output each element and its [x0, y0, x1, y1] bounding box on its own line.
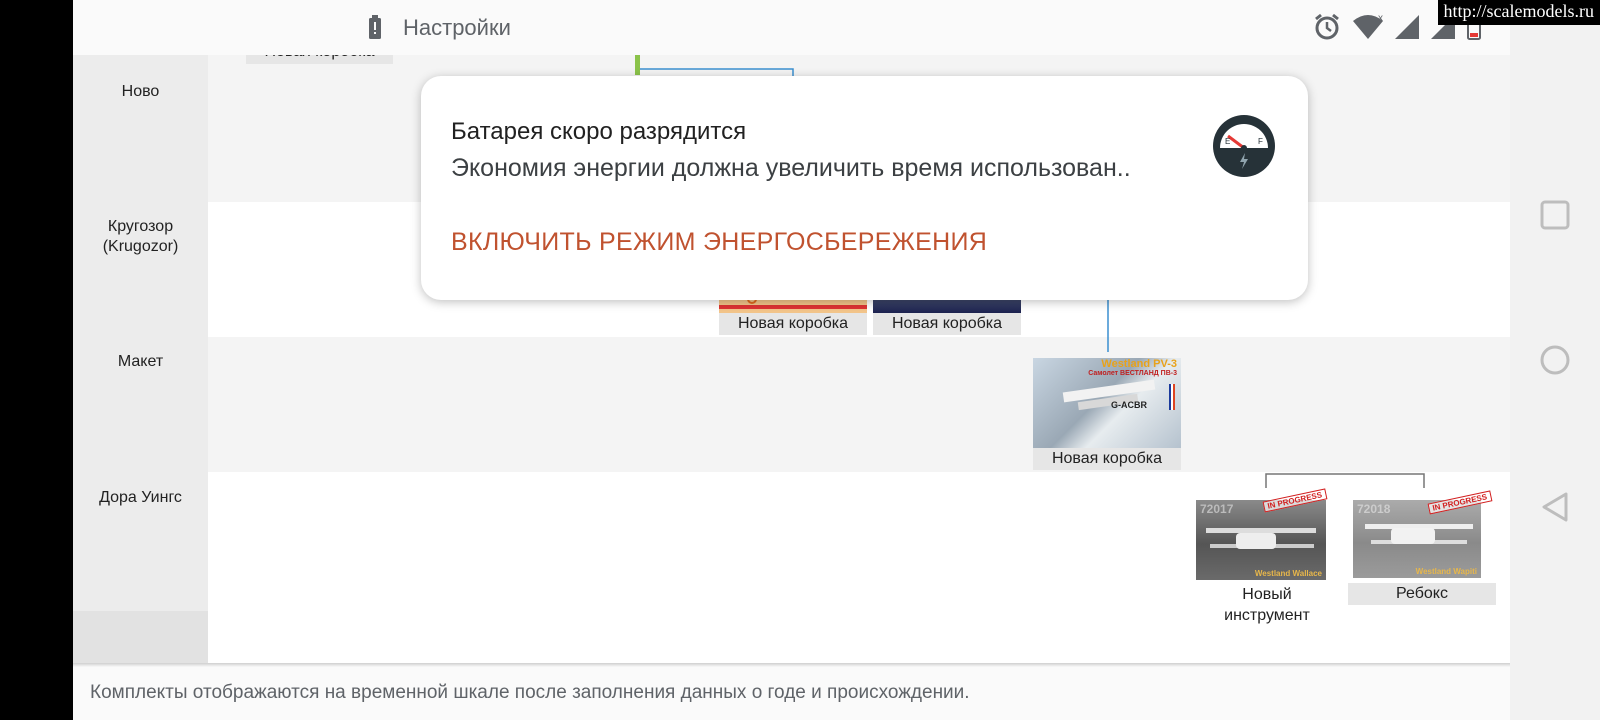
kit-card-caption-line1: Новый	[1242, 586, 1292, 603]
enable-power-saving-button[interactable]: ВКЛЮЧИТЬ РЕЖИМ ЭНЕРГОСБЕРЕЖЕНИЯ	[451, 228, 987, 257]
status-bar: Настройки x	[73, 0, 1510, 55]
app-screen: Ново Кругозор (Krugozor) Макет Дора Уинг…	[73, 0, 1510, 720]
recents-button[interactable]	[1538, 198, 1572, 232]
notification-body: Экономия энергии должна увеличить время …	[451, 154, 1131, 182]
box-art-reg: G-ACBR	[1111, 400, 1147, 410]
timeline-bracket-dora	[1265, 473, 1425, 488]
signal-icon	[1395, 15, 1419, 39]
battery-low-icon	[369, 15, 381, 39]
box-art: Westland PV-3 Самолет ВЕСТЛАНД ПВ-3 G-AC…	[1033, 358, 1181, 448]
kit-card-caption: Новая коробка	[873, 313, 1021, 335]
box-art-number: 72018	[1357, 502, 1391, 516]
left-bezel	[0, 0, 73, 720]
gauge-label-e: E	[1225, 137, 1230, 146]
box-art-name: Westland Wapiti	[1415, 567, 1477, 576]
footer-hint: Комплекты отображаются на временной шкал…	[90, 682, 970, 703]
box-art-title: Westland PV-3	[1101, 358, 1177, 370]
kit-card-caption-line2: инструмент	[1224, 607, 1310, 624]
box-art-name: Westland Wallace	[1254, 569, 1322, 578]
kit-card-dora-1[interactable]: 72017 Westland Wallace IN PROGRESS Новый…	[1193, 488, 1341, 625]
box-art: 72017 Westland Wallace	[1196, 500, 1326, 580]
home-button[interactable]	[1538, 343, 1572, 377]
kit-card-caption: Новая коробка	[719, 313, 867, 335]
battery-gauge-icon: E F	[1213, 115, 1275, 177]
battery-notification[interactable]: Батарея скоро разрядится Экономия энерги…	[421, 76, 1308, 300]
gauge-label-f: F	[1258, 137, 1263, 146]
kit-card-caption: Новая коробка	[1033, 448, 1181, 470]
navigation-bar	[1510, 0, 1600, 720]
watermark: http://scalemodels.ru	[1437, 0, 1600, 25]
back-button[interactable]	[1538, 490, 1572, 524]
box-art: 72018 Westland Wapiti	[1353, 500, 1481, 578]
alarm-icon	[1315, 13, 1339, 40]
status-title: Настройки	[403, 15, 511, 40]
svg-text:x: x	[1378, 13, 1383, 24]
kit-card-maket-1[interactable]: Westland PV-3 Самолет ВЕСТЛАНД ПВ-3 G-AC…	[1033, 358, 1181, 470]
kit-card-caption: Ребокс	[1348, 583, 1496, 605]
kit-card-dora-2[interactable]: 72018 Westland Wapiti IN PROGRESS Ребокс	[1348, 490, 1496, 605]
notification-title: Батарея скоро разрядится	[451, 118, 747, 145]
wifi-icon: x	[1353, 13, 1383, 39]
timeline-marker	[635, 55, 640, 75]
box-art-subtitle: Самолет ВЕСТЛАНД ПВ-3	[1088, 370, 1177, 377]
footer-divider	[73, 663, 1510, 667]
box-art-number: 72017	[1200, 502, 1234, 516]
